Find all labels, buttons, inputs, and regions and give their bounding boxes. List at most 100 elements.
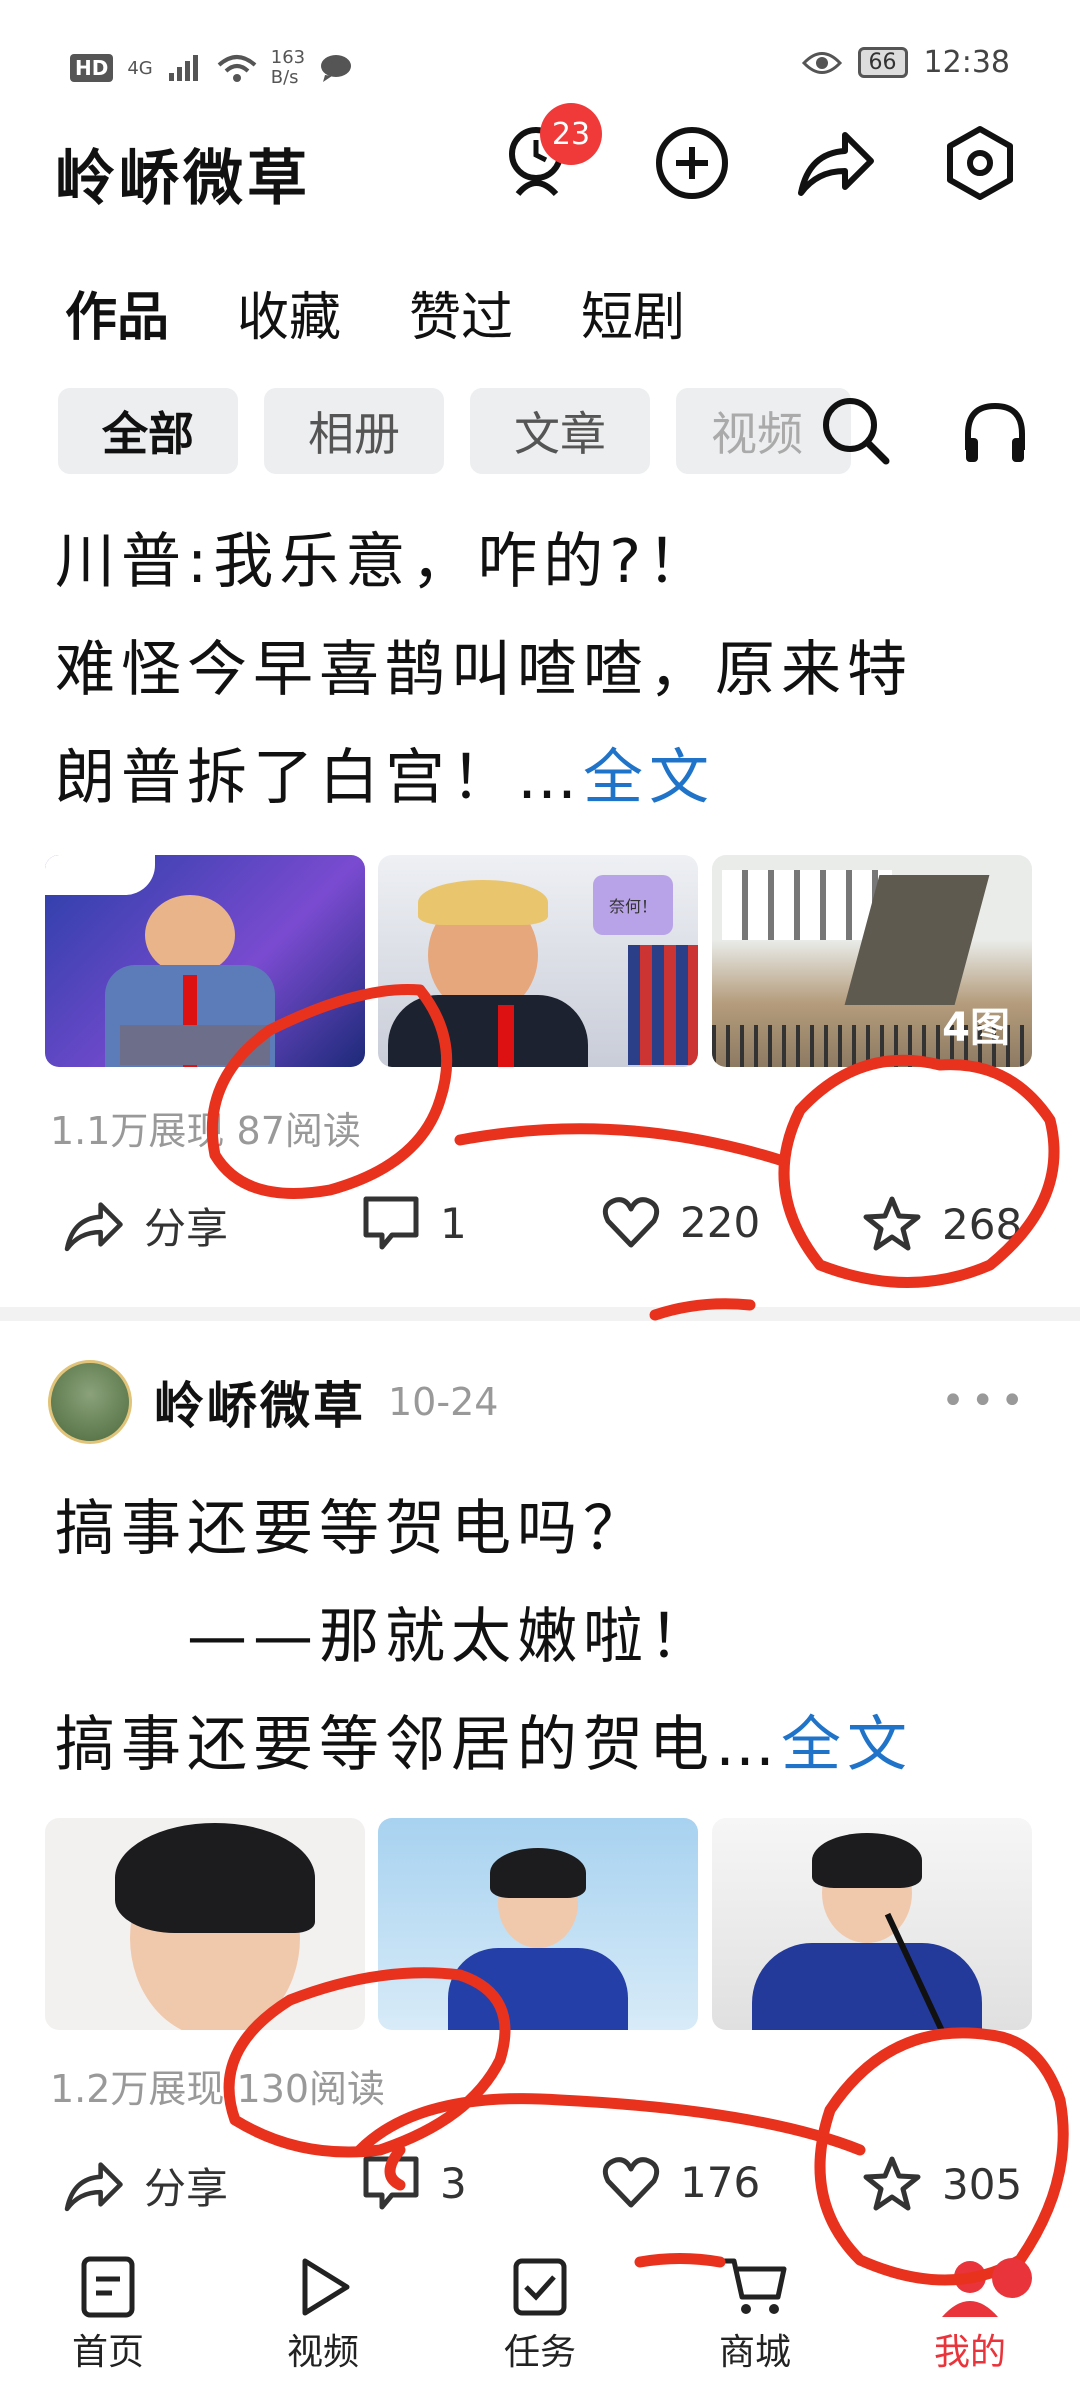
add-button[interactable] [652, 123, 732, 203]
post-2-image-1[interactable] [45, 1818, 365, 2030]
post-1-line-3-text: 朗普拆了白宫！… [55, 743, 583, 813]
nav-mine[interactable]: 我的 [900, 2255, 1040, 2375]
flag-shape [628, 945, 698, 1065]
search-icon [823, 398, 890, 465]
post-1-line-3: 朗普拆了白宫！…全文 [55, 724, 913, 832]
star-icon [863, 1196, 921, 1251]
signal-indicator: 4G [127, 57, 153, 79]
post-2-share-button[interactable]: 分享 [62, 2155, 228, 2216]
tab-works[interactable]: 作品 [65, 275, 169, 350]
person-suit-shape [448, 1948, 628, 2030]
status-bar: HD 4G 163 B/s 66 12:38 [0, 0, 1080, 130]
nav-home[interactable]: 首页 [38, 2255, 178, 2375]
comment-count: 3 [440, 2158, 467, 2208]
tab-liked[interactable]: 赞过 [409, 275, 513, 350]
status-left: HD 4G 163 B/s [70, 48, 353, 88]
comment-icon [363, 1196, 419, 1250]
post-1-line-1: 川普:我乐意，咋的?！ [55, 527, 714, 597]
notification-badge: 23 [540, 103, 602, 165]
chip-all[interactable]: 全部 [58, 388, 238, 474]
avatar[interactable] [48, 1360, 132, 1444]
post-1-comment-button[interactable]: 1 [362, 1195, 467, 1251]
check-box-icon [513, 2258, 567, 2316]
post-1-text[interactable]: 川普:我乐意，咋的?！ 难怪今早喜鹊叫喳喳，原来特 朗普拆了白宫！…全文 [55, 508, 913, 832]
profile-icon [942, 2261, 998, 2317]
nav-mall[interactable]: 商城 [685, 2255, 825, 2375]
post-1-like-button[interactable]: 220 [602, 1195, 760, 1249]
post-1-favorite-button[interactable]: 268 [862, 1195, 1022, 1253]
favorite-count: 268 [942, 1199, 1023, 1249]
signal-bars-icon [168, 55, 198, 81]
image-count-badge: 4图 [942, 1005, 1010, 1051]
post-1-share-button[interactable]: 分享 [62, 1195, 228, 1256]
post-2-line-1: 搞事还要等贺电吗？ [55, 1494, 649, 1564]
post-2-image-3[interactable] [712, 1818, 1032, 2030]
post-2-text[interactable]: 搞事还要等贺电吗？ ——那就太嫩啦！ 搞事还要等邻居的贺电…全文 [55, 1475, 913, 1799]
heart-icon [602, 2157, 660, 2208]
post-2-comment-button[interactable]: 3 [362, 2155, 467, 2211]
post-2-line-3: 搞事还要等邻居的贺电…全文 [55, 1691, 913, 1799]
chip-article[interactable]: 文章 [470, 388, 650, 474]
hair-shape [490, 1848, 586, 1898]
post-1-stats: 1.1万展现 87阅读 [50, 1109, 361, 1153]
net-speed: 163 B/s [270, 47, 306, 88]
cart-icon [722, 2258, 787, 2314]
nav-home-label: 首页 [71, 2332, 144, 2373]
person-head-shape [145, 895, 235, 975]
speech-bubble-shape [45, 855, 155, 895]
post-2-favorite-button[interactable]: 305 [862, 2155, 1022, 2213]
like-count: 176 [680, 2157, 761, 2207]
post-date: 10-24 [388, 1380, 499, 1424]
plus-circle-icon [656, 127, 728, 199]
post-1-image-2[interactable]: 奈何！ [378, 855, 698, 1067]
search-button[interactable] [820, 395, 892, 471]
like-count: 220 [680, 1197, 761, 1247]
hair-shape [115, 1823, 315, 1933]
hexagon-settings-icon [947, 126, 1013, 200]
post-2-author[interactable]: 岭峤微草 10-24 [48, 1360, 498, 1444]
nav-tasks-label: 任务 [503, 2332, 576, 2373]
share-label: 分享 [144, 2164, 229, 2213]
post-2-line-3-text: 搞事还要等邻居的贺电… [55, 1710, 781, 1780]
annotation-stroke-link-1 [454, 1123, 786, 1166]
post-divider [0, 1307, 1080, 1321]
heart-icon [602, 1197, 660, 1248]
star-icon [863, 2156, 921, 2211]
home-doc-icon [81, 2256, 135, 2318]
page-title: 岭峤微草 [55, 144, 311, 214]
share-label: 分享 [144, 1204, 229, 1253]
post-2-image-2[interactable] [378, 1818, 698, 2030]
hd-indicator: HD [70, 54, 114, 82]
share-icon [64, 1201, 123, 1251]
nav-tasks[interactable]: 任务 [470, 2255, 610, 2375]
post-1-image-3[interactable]: 4图 [712, 855, 1032, 1067]
post-1-actions: 分享 1 220 268 [62, 1195, 1022, 1275]
headphones-icon [965, 402, 1025, 462]
comment-count: 1 [440, 1198, 467, 1248]
hair-shape [812, 1833, 922, 1888]
message-icon [321, 55, 352, 82]
comment-icon [363, 2156, 419, 2210]
share-profile-button[interactable] [795, 123, 875, 203]
settings-button[interactable] [940, 123, 1020, 203]
post-1-image-1[interactable] [45, 855, 365, 1067]
bottom-nav: 首页 视频 任务 商城 我的 [0, 2255, 1080, 2388]
play-icon [302, 2258, 350, 2316]
post-2-actions: 分享 3 176 305 [62, 2155, 1022, 2235]
post-1-line-2: 难怪今早喜鹊叫喳喳，原来特 [55, 635, 913, 705]
post-2-like-button[interactable]: 176 [602, 2155, 760, 2209]
tab-favorites[interactable]: 收藏 [237, 275, 341, 350]
post-2-read-more-link[interactable]: 全文 [781, 1710, 913, 1780]
share-arrow-icon [798, 132, 874, 196]
content-tabs: 作品 收藏 赞过 短剧 [65, 275, 685, 350]
share-icon [64, 2161, 123, 2211]
more-options-icon[interactable]: ••• [941, 1378, 1030, 1424]
post-2-line-2: ——那就太嫩啦！ [55, 1602, 715, 1672]
hair-shape [418, 880, 548, 925]
post-1-read-more-link[interactable]: 全文 [583, 743, 715, 813]
tie-shape [498, 1005, 514, 1067]
chip-album[interactable]: 相册 [264, 388, 444, 474]
nav-video[interactable]: 视频 [253, 2255, 393, 2375]
listen-button[interactable] [960, 398, 1030, 472]
tab-short-drama[interactable]: 短剧 [581, 275, 685, 350]
